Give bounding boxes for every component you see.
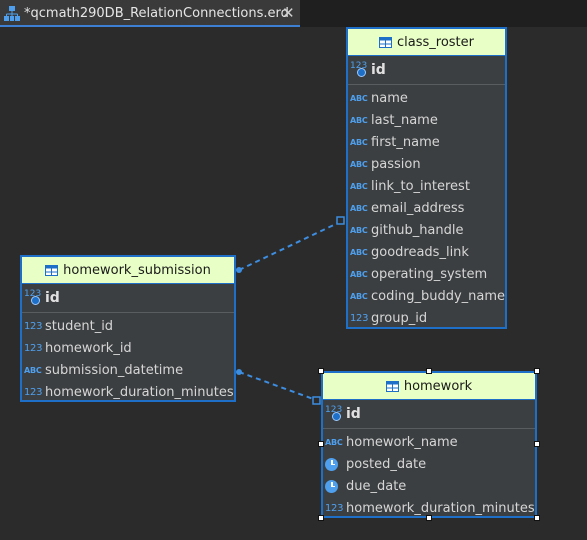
resize-handle-se[interactable] — [534, 515, 540, 521]
number-type-icon: 123 — [24, 342, 43, 354]
entity-homework[interactable]: homework 123 id ABC homework_name posted_… — [321, 371, 537, 518]
table-icon — [379, 36, 392, 48]
text-type-icon: ABC — [350, 159, 368, 169]
text-type-icon: ABC — [350, 225, 368, 235]
relation-submission-to-class-roster — [238, 221, 341, 271]
column-name: id — [371, 62, 386, 78]
column-name: passion — [371, 156, 421, 172]
entity-header[interactable]: homework_submission — [22, 257, 234, 284]
entity-header[interactable]: class_roster — [348, 29, 505, 56]
resize-handle-nw[interactable] — [318, 368, 324, 374]
primary-key-row[interactable]: 123 id — [22, 284, 234, 313]
text-type-icon: ABC — [350, 137, 368, 147]
text-type-icon: ABC — [350, 269, 368, 279]
column-row[interactable]: ABC name — [348, 87, 505, 109]
column-name: id — [45, 290, 60, 306]
resize-handle-s[interactable] — [426, 515, 432, 521]
resize-handle-ne[interactable] — [534, 368, 540, 374]
column-name: group_id — [371, 310, 428, 326]
column-row[interactable]: posted_date — [323, 453, 535, 475]
column-name: last_name — [371, 112, 438, 128]
column-name: name — [371, 90, 408, 106]
column-name: link_to_interest — [371, 178, 470, 194]
text-type-icon: ABC — [350, 115, 368, 125]
table-icon — [385, 380, 399, 392]
column-name: operating_system — [371, 266, 488, 282]
column-row[interactable]: ABC homework_name — [323, 431, 535, 453]
column-name: submission_datetime — [45, 362, 184, 378]
datetime-type-icon — [325, 479, 338, 493]
close-tab-icon[interactable]: ✕ — [282, 4, 295, 22]
column-row[interactable]: due_date — [323, 475, 535, 497]
number-type-icon: 123 — [325, 502, 344, 514]
column-row[interactable]: 123 student_id — [22, 315, 234, 337]
text-type-icon: ABC — [350, 203, 368, 213]
text-type-icon: ABC — [350, 247, 368, 257]
column-row[interactable]: ABC submission_datetime — [22, 359, 234, 381]
primary-key-row[interactable]: 123 id — [323, 400, 535, 429]
editor-tab-bar: *qcmath290DB_RelationConnections.erd ✕ — [0, 0, 587, 27]
column-name: due_date — [346, 478, 407, 494]
column-row[interactable]: 123 group_id — [348, 307, 505, 329]
entity-title: homework_submission — [63, 262, 211, 278]
column-row[interactable]: ABC last_name — [348, 109, 505, 131]
datetime-type-icon — [325, 457, 338, 471]
column-name: student_id — [45, 318, 114, 334]
text-type-icon: ABC — [24, 365, 42, 375]
relation-end-dot — [236, 369, 242, 375]
column-row[interactable]: ABC operating_system — [348, 263, 505, 285]
column-name: email_address — [371, 200, 465, 216]
erd-editor-tab[interactable]: *qcmath290DB_RelationConnections.erd ✕ — [0, 0, 300, 27]
column-name: homework_duration_minutes — [346, 500, 535, 516]
primary-key-icon: 123 — [350, 61, 368, 78]
resize-handle-sw[interactable] — [318, 515, 324, 521]
column-name: posted_date — [346, 456, 427, 472]
entity-title: homework — [403, 378, 473, 394]
relation-end-dot — [236, 267, 242, 273]
primary-key-row[interactable]: 123 id — [348, 56, 505, 85]
column-row[interactable]: ABC goodreads_link — [348, 241, 505, 263]
table-icon — [45, 264, 59, 276]
column-name: github_handle — [371, 222, 464, 238]
entity-class-roster[interactable]: class_roster 123 id ABC name ABC last_name… — [346, 27, 507, 329]
column-row[interactable]: ABC github_handle — [348, 219, 505, 241]
number-type-icon: 123 — [24, 320, 43, 332]
text-type-icon: ABC — [350, 93, 368, 103]
column-row[interactable]: ABC email_address — [348, 197, 505, 219]
column-name: coding_buddy_name — [371, 288, 506, 304]
erd-diagram-icon — [4, 6, 20, 21]
column-name: goodreads_link — [371, 244, 469, 260]
text-type-icon: ABC — [350, 181, 368, 191]
relation-end-diamond — [336, 216, 345, 225]
entity-homework-submission[interactable]: homework_submission 123 id 123 student_id… — [20, 255, 236, 402]
text-type-icon: ABC — [325, 437, 343, 447]
relation-end-diamond — [312, 396, 321, 405]
column-name: homework_duration_minutes — [45, 384, 234, 400]
tab-title: *qcmath290DB_RelationConnections.erd — [24, 6, 289, 21]
relation-submission-to-homework — [238, 371, 317, 401]
column-row[interactable]: ABC link_to_interest — [348, 175, 505, 197]
text-type-icon: ABC — [350, 291, 368, 301]
column-name: id — [346, 406, 361, 422]
column-row[interactable]: ABC passion — [348, 153, 505, 175]
primary-key-icon: 123 — [325, 405, 343, 422]
number-type-icon: 123 — [24, 386, 43, 398]
column-row[interactable]: ABC coding_buddy_name — [348, 285, 505, 307]
entity-title: class_roster — [397, 34, 474, 50]
resize-handle-w[interactable] — [318, 441, 324, 447]
column-row[interactable]: ABC first_name — [348, 131, 505, 153]
resize-handle-e[interactable] — [534, 441, 540, 447]
primary-key-icon: 123 — [24, 289, 42, 306]
number-type-icon: 123 — [350, 312, 369, 324]
column-name: first_name — [371, 134, 440, 150]
column-name: homework_name — [346, 434, 458, 450]
entity-header[interactable]: homework — [323, 373, 535, 400]
column-name: homework_id — [45, 340, 132, 356]
column-row[interactable]: 123 homework_id — [22, 337, 234, 359]
resize-handle-n[interactable] — [426, 368, 432, 374]
column-row[interactable]: 123 homework_duration_minutes — [22, 381, 234, 403]
